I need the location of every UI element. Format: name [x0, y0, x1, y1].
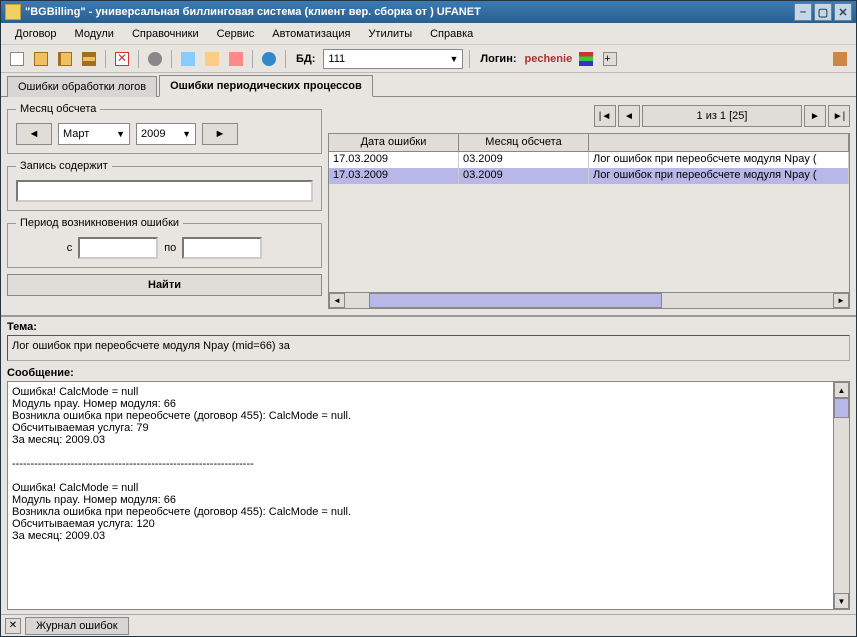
bottom-close-button[interactable]: ✕ — [5, 618, 21, 634]
delete-icon[interactable] — [112, 49, 132, 69]
pager: |◄ ◄ 1 из 1 [25] ► ►| — [328, 103, 850, 129]
tema-label: Тема: — [7, 321, 850, 333]
scroll-left-icon[interactable]: ◄ — [329, 293, 345, 308]
scroll-thumb[interactable] — [369, 293, 662, 308]
contains-fieldset: Запись содержит — [7, 160, 322, 211]
tabbar: Ошибки обработки логов Ошибки периодичес… — [1, 73, 856, 97]
menu-utility[interactable]: Утилиты — [360, 26, 420, 42]
menubar: Договор Модули Справочники Сервис Автома… — [1, 23, 856, 45]
pager-prev-button[interactable]: ◄ — [618, 105, 640, 127]
db-select[interactable]: 111▼ — [323, 49, 463, 69]
detail-panel: Тема: Лог ошибок при переобсчете модуля … — [1, 315, 856, 614]
tool-b-icon[interactable] — [202, 49, 222, 69]
scroll-down-icon[interactable]: ▼ — [834, 593, 849, 609]
msg-box: Ошибка! CalcMode = null Модуль npay. Ном… — [7, 381, 850, 610]
flag-icon[interactable] — [576, 49, 596, 69]
pager-last-button[interactable]: ►| — [828, 105, 850, 127]
contains-input[interactable] — [16, 180, 313, 202]
minimize-button[interactable]: – — [794, 3, 812, 21]
scroll-up-icon[interactable]: ▲ — [834, 382, 849, 398]
menu-avtomat[interactable]: Автоматизация — [264, 26, 358, 42]
main-area: Месяц обсчета ◄ Март▼ 2009▼ ► Запись сод… — [1, 97, 856, 614]
tool-c-icon[interactable] — [226, 49, 246, 69]
period-fieldset: Период возникновения ошибки с по — [7, 217, 322, 268]
exit-icon[interactable] — [830, 49, 850, 69]
period-to-label: по — [164, 242, 176, 254]
grid-icon[interactable] — [79, 49, 99, 69]
new-icon[interactable] — [7, 49, 27, 69]
col-month[interactable]: Месяц обсчета — [459, 134, 589, 151]
msg-label: Сообщение: — [7, 367, 850, 379]
period-from-input[interactable] — [78, 237, 158, 259]
grid-header: Дата ошибки Месяц обсчета — [329, 134, 849, 152]
period-legend: Период возникновения ошибки — [16, 217, 183, 229]
menu-spravochniki[interactable]: Справочники — [124, 26, 207, 42]
refresh-icon[interactable] — [259, 49, 279, 69]
menu-dogovor[interactable]: Договор — [7, 26, 65, 42]
table-row[interactable]: 17.03.2009 03.2009 Лог ошибок при переоб… — [329, 152, 849, 168]
toolbar: БД: 111▼ Логин: pechenie + — [1, 45, 856, 73]
bottom-bar: ✕ Журнал ошибок — [1, 614, 856, 636]
col-date[interactable]: Дата ошибки — [329, 134, 459, 151]
error-grid: Дата ошибки Месяц обсчета 17.03.2009 03.… — [328, 133, 850, 309]
pager-next-button[interactable]: ► — [804, 105, 826, 127]
gear-icon[interactable] — [145, 49, 165, 69]
h-scrollbar[interactable]: ◄ ► — [329, 292, 849, 308]
month-select[interactable]: Март▼ — [58, 123, 130, 145]
plus-icon[interactable]: + — [600, 49, 620, 69]
table-row[interactable]: 17.03.2009 03.2009 Лог ошибок при переоб… — [329, 168, 849, 184]
pager-first-button[interactable]: |◄ — [594, 105, 616, 127]
month-fieldset: Месяц обсчета ◄ Март▼ 2009▼ ► — [7, 103, 322, 154]
tool-a-icon[interactable] — [178, 49, 198, 69]
v-scroll-thumb[interactable] — [834, 398, 849, 418]
db-label: БД: — [296, 53, 315, 65]
db-value: 111 — [328, 53, 345, 65]
menu-servis[interactable]: Сервис — [209, 26, 263, 42]
menu-spravka[interactable]: Справка — [422, 26, 481, 42]
bottom-tab-journal[interactable]: Журнал ошибок — [25, 617, 129, 635]
tema-value: Лог ошибок при переобсчете модуля Npay (… — [7, 335, 850, 361]
app-window: "BGBilling" - универсальная биллинговая … — [0, 0, 857, 637]
filter-panel: Месяц обсчета ◄ Март▼ 2009▼ ► Запись сод… — [1, 97, 328, 315]
col-subject[interactable] — [589, 134, 849, 151]
tab-periodic-errors[interactable]: Ошибки периодических процессов — [159, 75, 373, 97]
maximize-button[interactable]: ▢ — [814, 3, 832, 21]
open-icon[interactable] — [31, 49, 51, 69]
period-from-label: с — [67, 242, 73, 254]
tab-log-errors[interactable]: Ошибки обработки логов — [7, 76, 157, 97]
month-prev-button[interactable]: ◄ — [16, 123, 52, 145]
titlebar: "BGBilling" - универсальная биллинговая … — [1, 1, 856, 23]
window-title: "BGBilling" - универсальная биллинговая … — [25, 6, 794, 18]
menu-moduli[interactable]: Модули — [67, 26, 122, 42]
month-next-button[interactable]: ► — [202, 123, 238, 145]
pager-info: 1 из 1 [25] — [642, 105, 802, 127]
tree-icon[interactable] — [55, 49, 75, 69]
period-to-input[interactable] — [182, 237, 262, 259]
table-panel: |◄ ◄ 1 из 1 [25] ► ►| Дата ошибки Месяц … — [328, 97, 856, 315]
contains-legend: Запись содержит — [16, 160, 112, 172]
close-button[interactable]: ✕ — [834, 3, 852, 21]
year-select[interactable]: 2009▼ — [136, 123, 196, 145]
login-label: Логин: — [480, 53, 516, 65]
find-button[interactable]: Найти — [7, 274, 322, 296]
scroll-right-icon[interactable]: ► — [833, 293, 849, 308]
msg-text[interactable]: Ошибка! CalcMode = null Модуль npay. Ном… — [8, 382, 833, 609]
app-icon — [5, 4, 21, 20]
login-value: pechenie — [525, 53, 573, 65]
v-scrollbar[interactable]: ▲ ▼ — [833, 382, 849, 609]
month-legend: Месяц обсчета — [16, 103, 100, 115]
